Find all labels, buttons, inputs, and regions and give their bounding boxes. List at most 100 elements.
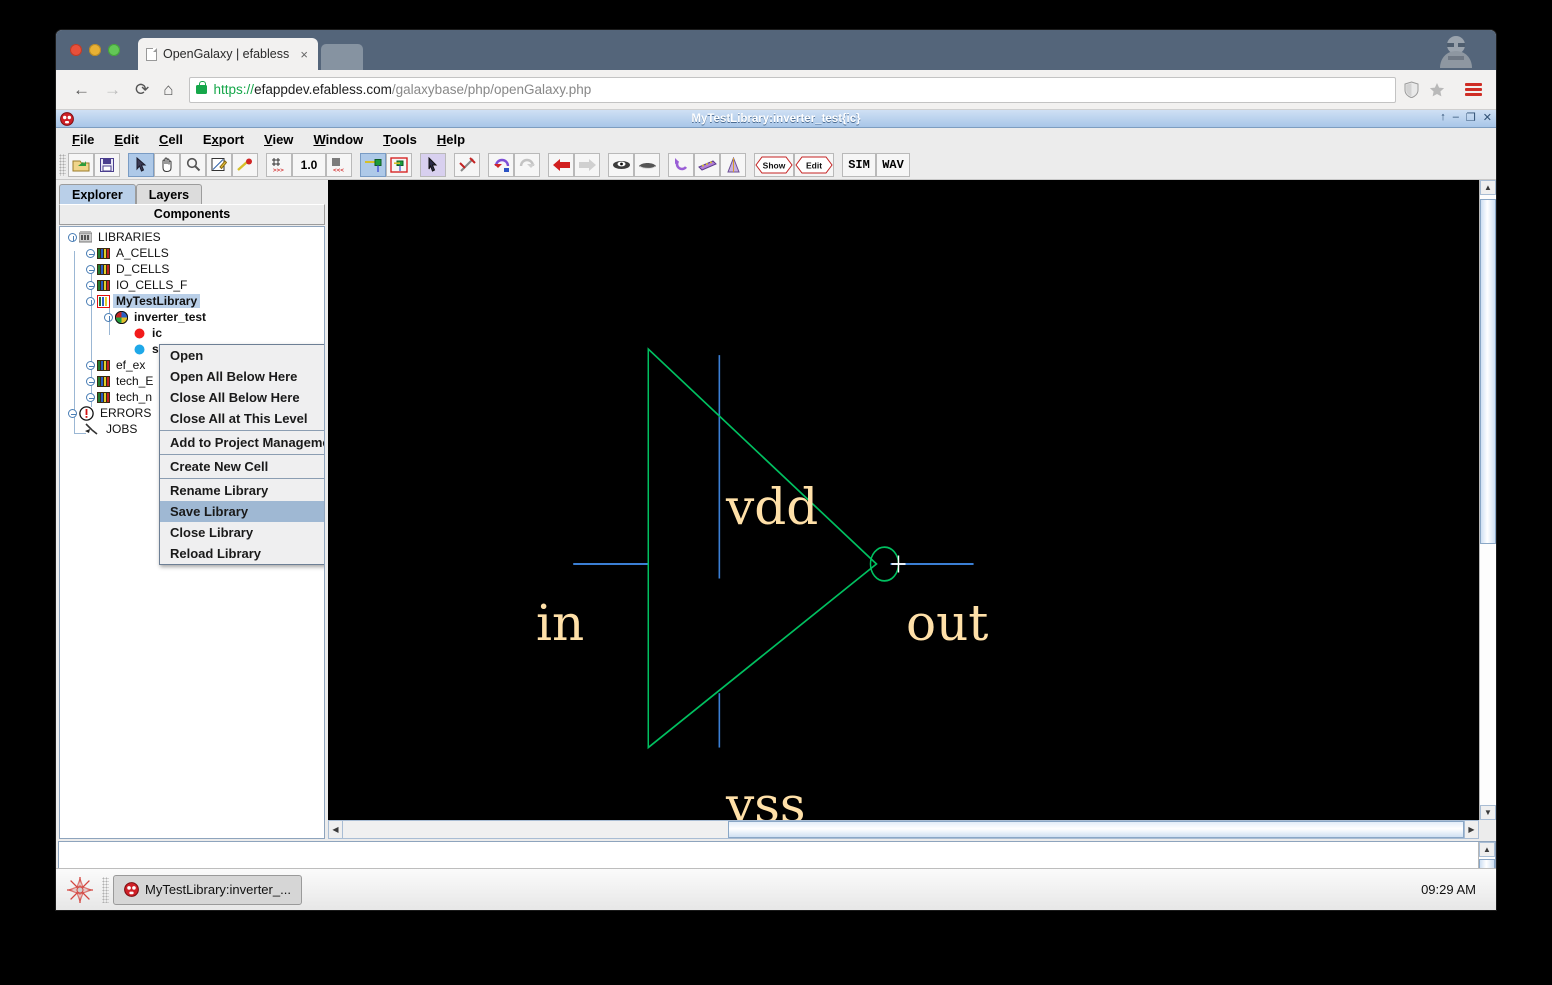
sun-logo-icon[interactable]: [66, 876, 94, 904]
grid-coarser-icon[interactable]: >>>: [266, 152, 292, 177]
forward-arrow-icon[interactable]: [574, 152, 600, 177]
scroll-right-button[interactable]: ▶: [1464, 820, 1479, 839]
close-button[interactable]: ✕: [1483, 111, 1492, 124]
peek-alt-icon[interactable]: [634, 152, 660, 177]
peek-icon[interactable]: [608, 152, 634, 177]
mirror-icon[interactable]: [694, 152, 720, 177]
canvas-vertical-scrollbar[interactable]: ▲ ▼: [1479, 180, 1496, 820]
context-menu-item-open[interactable]: Open: [160, 345, 324, 366]
context-menu-item-close-library[interactable]: Close Library: [160, 522, 324, 543]
menu-tools[interactable]: Tools: [375, 130, 425, 149]
home-button[interactable]: ⌂: [156, 81, 180, 98]
new-tab-button[interactable]: [321, 44, 363, 70]
expand-knob[interactable]: [86, 296, 95, 306]
browser-tab[interactable]: OpenGalaxy | efabless ×: [138, 38, 318, 70]
tree-item-ef-ex[interactable]: ef_ex: [86, 357, 148, 373]
open-library-icon[interactable]: [68, 152, 94, 177]
scroll-down-button[interactable]: ▼: [1480, 805, 1496, 820]
expand-knob[interactable]: [86, 264, 95, 274]
menu-file[interactable]: File: [64, 130, 102, 149]
window-maximize-button[interactable]: [108, 44, 120, 56]
toggle-port-outline-icon[interactable]: [386, 152, 412, 177]
context-menu-item-open-all-below[interactable]: Open All Below Here: [160, 366, 324, 387]
tree-item-libraries[interactable]: LIBRARIES: [68, 229, 164, 245]
expand-knob[interactable]: [86, 280, 95, 290]
rollup-button[interactable]: ↑: [1440, 111, 1446, 124]
scroll-left-button[interactable]: ◀: [328, 820, 343, 839]
tree-item-io-cells-f[interactable]: IO_CELLS_F: [86, 277, 190, 293]
taskbar-task-button[interactable]: MyTestLibrary:inverter_...: [113, 874, 302, 905]
tree-item-d-cells[interactable]: D_CELLS: [86, 261, 172, 277]
tab-explorer[interactable]: Explorer: [59, 184, 136, 204]
context-menu-item-add-to-pm-repo[interactable]: Add to Project Management Repository: [160, 432, 324, 453]
undo-icon[interactable]: [488, 152, 514, 177]
tree-item-inverter-test[interactable]: inverter_test: [104, 309, 209, 325]
tree-item-tech-e[interactable]: tech_E: [86, 373, 156, 389]
show-button[interactable]: Show: [754, 152, 794, 177]
grid-size-value[interactable]: 1.0: [292, 152, 326, 177]
measure-tool-icon[interactable]: [454, 152, 480, 177]
forward-button[interactable]: →: [97, 81, 128, 98]
layers-icon[interactable]: [720, 152, 746, 177]
taskbar-grip[interactable]: [102, 876, 109, 903]
context-menu-item-reload-library[interactable]: Reload Library: [160, 543, 324, 564]
menu-window[interactable]: Window: [305, 130, 371, 149]
expand-knob[interactable]: [86, 376, 95, 386]
menu-view[interactable]: View: [256, 130, 301, 149]
expand-knob[interactable]: [104, 312, 113, 322]
expand-knob[interactable]: [68, 232, 77, 242]
save-library-icon[interactable]: [94, 152, 120, 177]
menu-edit[interactable]: Edit: [106, 130, 147, 149]
tree-item-a-cells[interactable]: A_CELLS: [86, 245, 172, 261]
window-close-button[interactable]: [70, 44, 82, 56]
toolbar-grip[interactable]: [59, 153, 66, 176]
context-menu-item-close-all-this-level[interactable]: Close All at This Level: [160, 408, 324, 429]
grid-finer-icon[interactable]: <<<: [326, 152, 352, 177]
horizontal-scroll-track[interactable]: [343, 820, 1464, 839]
horizontal-scroll-thumb[interactable]: [728, 821, 1464, 838]
select-tool-icon[interactable]: [128, 152, 154, 177]
vertical-scroll-track[interactable]: [1480, 195, 1496, 805]
redo-icon[interactable]: [514, 152, 540, 177]
select-objects-icon[interactable]: [420, 152, 446, 177]
edit-button[interactable]: Edit: [794, 152, 834, 177]
menu-help[interactable]: Help: [429, 130, 473, 149]
outline-tool-icon[interactable]: [206, 152, 232, 177]
close-icon[interactable]: ×: [296, 48, 312, 61]
maximize-button[interactable]: ❐: [1466, 111, 1476, 124]
expand-knob[interactable]: [86, 248, 95, 258]
context-menu-item-close-all-below[interactable]: Close All Below Here: [160, 387, 324, 408]
context-menu-item-rename-library[interactable]: Rename Library: [160, 480, 324, 501]
expand-knob[interactable]: [86, 360, 95, 370]
scroll-up-button[interactable]: ▲: [1480, 180, 1496, 195]
tree-item-jobs[interactable]: JOBS: [84, 421, 140, 437]
rotate-icon[interactable]: [668, 152, 694, 177]
wav-button[interactable]: WAV: [876, 152, 910, 177]
library-tree[interactable]: LIBRARIES A_CELLS D_CELLS IO_CELLS_F MyT…: [59, 226, 325, 839]
tree-item-mytestlibrary[interactable]: MyTestLibrary: [86, 293, 201, 309]
expand-knob[interactable]: [68, 408, 77, 418]
menu-export[interactable]: Export: [195, 130, 252, 149]
schematic-canvas[interactable]: vdd in out vss: [328, 180, 1479, 820]
window-minimize-button[interactable]: [89, 44, 101, 56]
star-icon[interactable]: [1429, 82, 1445, 98]
back-button[interactable]: ←: [66, 81, 97, 98]
pan-tool-icon[interactable]: [154, 152, 180, 177]
shield-icon[interactable]: [1404, 81, 1419, 98]
address-bar[interactable]: https:// efappdev.efabless.com /galaxyba…: [188, 76, 1396, 103]
minimize-button[interactable]: –: [1453, 111, 1459, 124]
hamburger-menu-icon[interactable]: [1465, 83, 1482, 96]
reload-button[interactable]: ⟳: [128, 81, 156, 98]
zoom-tool-icon[interactable]: [180, 152, 206, 177]
sim-button[interactable]: SIM: [842, 152, 876, 177]
context-menu-item-create-new-cell[interactable]: Create New Cell: [160, 456, 324, 477]
toggle-port-icon[interactable]: [360, 152, 386, 177]
menu-cell[interactable]: Cell: [151, 130, 191, 149]
wire-tool-icon[interactable]: [232, 152, 258, 177]
expand-knob[interactable]: [86, 392, 95, 402]
tab-layers[interactable]: Layers: [135, 184, 203, 204]
tree-item-errors[interactable]: ERRORS: [68, 405, 154, 421]
back-arrow-icon[interactable]: [548, 152, 574, 177]
context-menu-item-save-library[interactable]: Save Library: [160, 501, 324, 522]
vertical-scroll-thumb[interactable]: [1480, 199, 1496, 544]
